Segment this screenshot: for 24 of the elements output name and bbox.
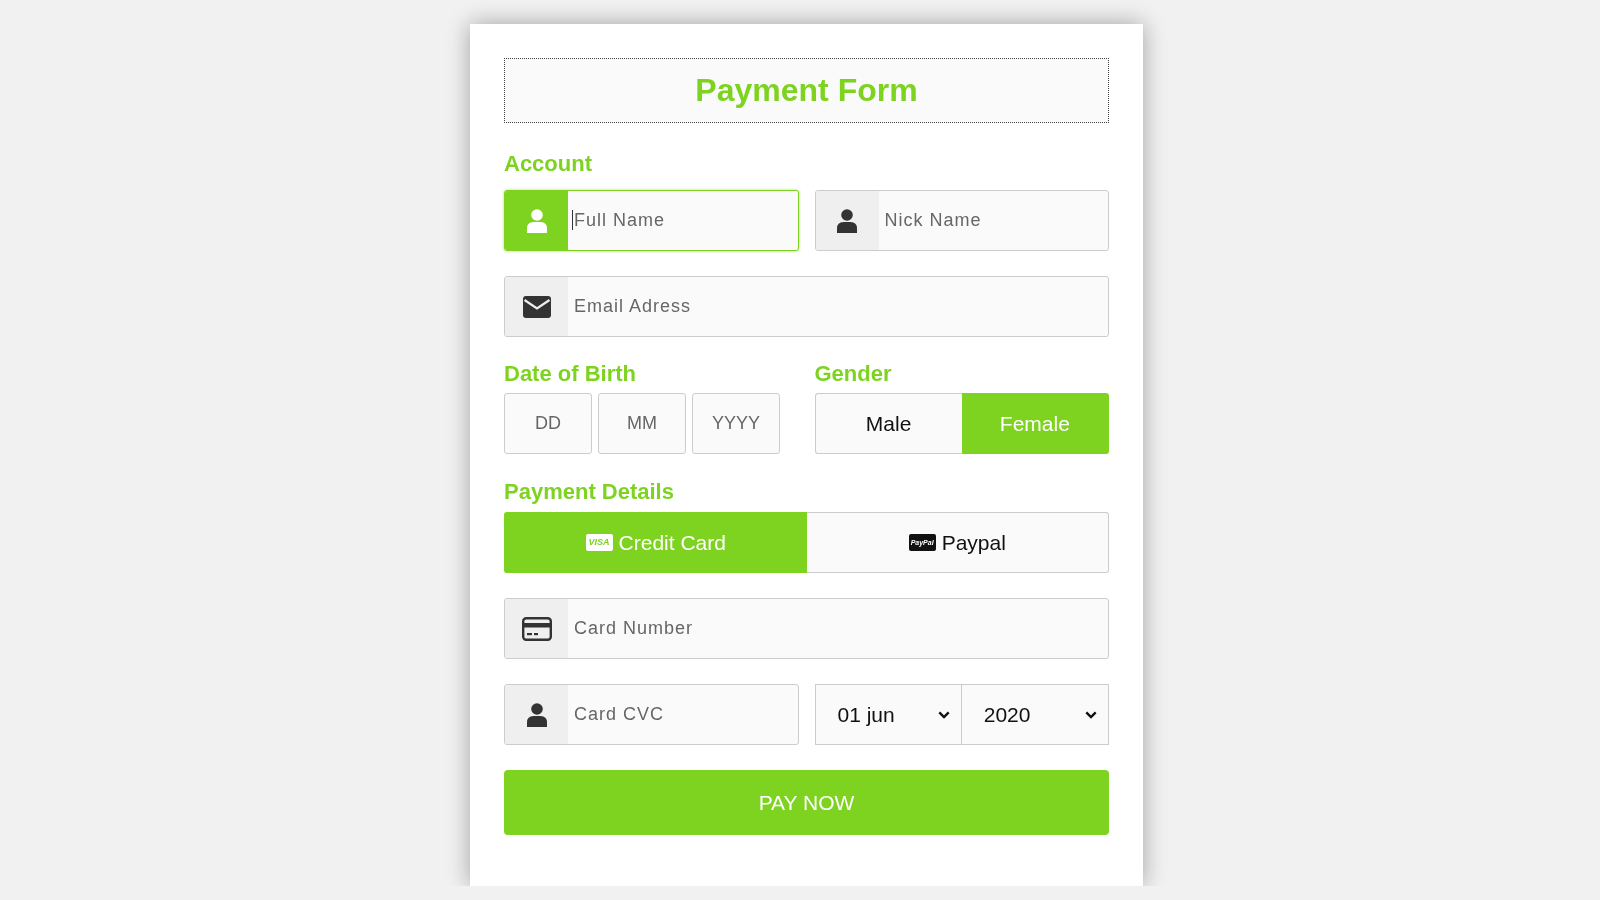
form-title: Payment Form bbox=[504, 58, 1109, 123]
section-heading: Gender bbox=[814, 361, 893, 386]
day-field[interactable]: DD bbox=[504, 393, 592, 454]
year-field[interactable]: YYYY bbox=[692, 393, 780, 454]
text-cursor bbox=[572, 210, 573, 230]
user-icon bbox=[526, 208, 547, 233]
credit-card-icon bbox=[521, 616, 552, 641]
user-icon bbox=[837, 208, 857, 233]
envelope-icon bbox=[522, 295, 551, 318]
gender-option[interactable]: Male bbox=[814, 393, 962, 454]
section-heading: Date of Birth bbox=[504, 361, 637, 386]
method-label: Paypal bbox=[941, 530, 1006, 555]
method-label: Credit Card bbox=[618, 530, 726, 555]
card-number-field[interactable]: Card Number bbox=[504, 598, 1109, 659]
month-field[interactable]: MM bbox=[598, 393, 686, 454]
user-icon bbox=[526, 702, 547, 727]
chevron-down-icon bbox=[937, 710, 950, 719]
card-brand-logo: VISA bbox=[585, 534, 613, 551]
year-select[interactable]: 2020 bbox=[961, 684, 1109, 745]
chevron-down-icon bbox=[1085, 710, 1097, 719]
month-select[interactable]: 01 jun bbox=[814, 684, 962, 745]
section-heading: Account bbox=[504, 151, 593, 176]
section-heading: Payment Details bbox=[504, 479, 675, 504]
email-field[interactable]: Email Adress bbox=[504, 276, 1109, 337]
